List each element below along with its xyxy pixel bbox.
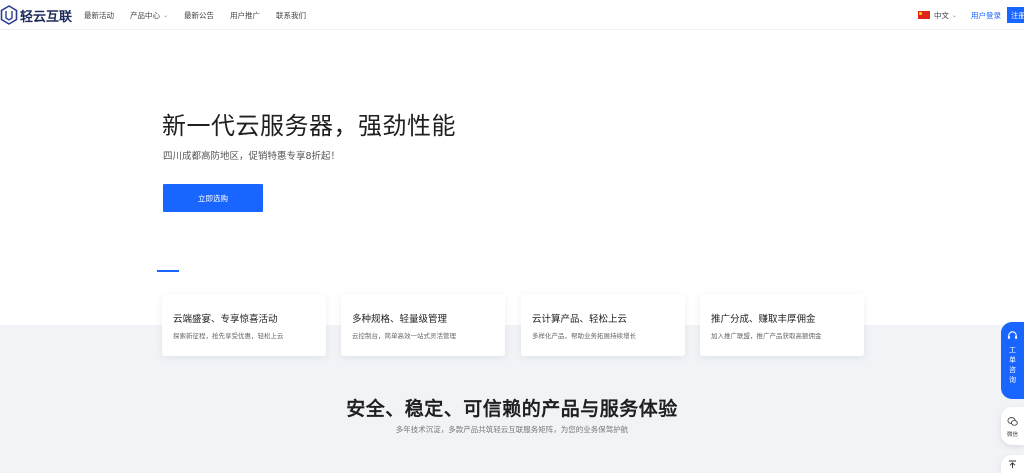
feature-card-title: 多种规格、轻量级管理 [352,314,448,325]
login-link[interactable]: 用户登录 [971,10,1001,21]
nav-item-activities[interactable]: 最新活动 [84,10,114,21]
headset-icon [1007,331,1018,339]
language-selector[interactable]: 中文 ⌄ [917,10,957,21]
logo-text: 轻云互联 [20,9,73,25]
carousel-indicator[interactable] [157,270,179,272]
arrow-up-icon [1009,460,1016,468]
ticket-support-label: 工单咨询 [1009,346,1016,384]
feature-card-products[interactable]: 云计算产品、轻松上云 多样化产品，帮助业务拓展持续增长 [521,294,685,356]
feature-card-title: 云端盛宴、专享惊喜活动 [173,314,278,325]
wechat-label: 微信 [1006,432,1018,438]
section-title: 安全、稳定、可信赖的产品与服务体验 [346,398,678,420]
feature-card-activities[interactable]: 云端盛宴、专享惊喜活动 探索新征程，抢先享受优惠，轻松上云 [162,294,326,356]
section-subtitle: 多年技术沉淀，多款产品共筑轻云互联服务矩阵，为您的业务保驾护航 [395,425,629,434]
chevron-down-icon: ⌄ [163,11,169,19]
nav-item-label: 最新活动 [84,10,114,20]
nav-item-products[interactable]: 产品中心 ⌄ [130,10,168,21]
feature-card-affiliate[interactable]: 推广分成、赚取丰厚佣金 加入推广联盟，推广产品获取高额佣金 [700,294,864,356]
header-actions: 中文 ⌄ 用户登录 注册 [917,0,1024,30]
nav-item-announcements[interactable]: 最新公告 [184,10,214,21]
feature-card-desc: 云控制台，简单高效一站式灵活管理 [352,332,456,340]
nav-item-promotion[interactable]: 用户推广 [230,10,260,21]
logo-mark-icon [0,5,18,25]
hero-subtitle: 四川成都高防地区，促销特惠专享8折起！ [163,151,341,162]
wechat-icon [1007,417,1018,426]
buy-now-button[interactable]: 立即选购 [163,184,263,212]
main-nav: 最新活动 产品中心 ⌄ 最新公告 用户推广 联系我们 [84,0,322,30]
nav-item-label: 联系我们 [276,10,307,20]
wechat-button[interactable]: 微信 [1001,407,1024,445]
feature-card-title: 推广分成、赚取丰厚佣金 [711,314,816,325]
feature-cards: 云端盛宴、专享惊喜活动 探索新征程，抢先享受优惠，轻松上云 多种规格、轻量级管理… [162,294,864,356]
nav-item-label: 产品中心 [130,10,160,20]
hero-title: 新一代云服务器，强劲性能 [162,112,456,140]
feature-card-management[interactable]: 多种规格、轻量级管理 云控制台，简单高效一站式灵活管理 [341,294,505,356]
nav-item-label: 最新公告 [184,10,215,20]
site-logo[interactable]: 轻云互联 [0,4,72,26]
china-flag-icon [917,11,930,19]
register-button[interactable]: 注册 [1007,7,1024,23]
ticket-support-button[interactable]: 工单咨询 [1001,322,1024,399]
nav-item-label: 用户推广 [230,10,261,20]
register-label: 注册 [1011,10,1024,20]
feature-card-desc: 加入推广联盟，推广产品获取高额佣金 [711,332,822,340]
top-navigation-bar: 轻云互联 最新活动 产品中心 ⌄ 最新公告 用户推广 联系我们 中文 ⌄ 用户登… [0,0,1024,30]
nav-item-contact[interactable]: 联系我们 [276,10,306,21]
feature-card-title: 云计算产品、轻松上云 [532,314,628,325]
language-label: 中文 [933,10,949,20]
chevron-down-icon: ⌄ [951,11,957,19]
back-to-top-button[interactable] [1001,455,1024,473]
feature-card-desc: 多样化产品，帮助业务拓展持续增长 [532,332,636,340]
feature-card-desc: 探索新征程，抢先享受优惠，轻松上云 [173,332,284,340]
